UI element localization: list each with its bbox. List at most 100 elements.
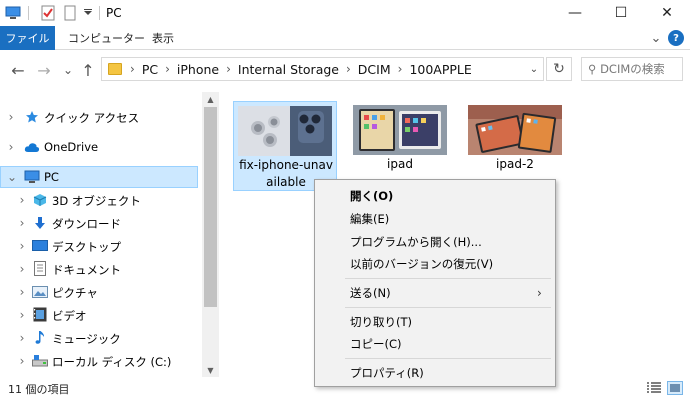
- sidebar-item-local-disk[interactable]: › ローカル ディスク (C:): [0, 350, 200, 372]
- menu-item-restore-previous-versions[interactable]: 以前のバージョンの復元(V): [315, 253, 555, 275]
- desktop-icon: [32, 238, 48, 254]
- sidebar-item-label: ドキュメント: [52, 263, 121, 277]
- breadcrumb-iphone[interactable]: iPhone: [177, 62, 219, 77]
- sidebar-item-desktop[interactable]: › デスクトップ: [0, 235, 200, 257]
- menu-item-cut[interactable]: 切り取り(T): [315, 311, 555, 333]
- sidebar-item-label: ビデオ: [52, 309, 87, 323]
- menu-item-edit[interactable]: 編集(E): [315, 208, 555, 230]
- sidebar-item-label: ミュージック: [52, 332, 121, 346]
- chevron-right-icon[interactable]: ›: [16, 354, 28, 368]
- window-title: PC: [106, 6, 122, 20]
- sidebar-item-documents[interactable]: › ドキュメント: [0, 258, 200, 280]
- up-button[interactable]: ↑: [78, 60, 98, 80]
- sidebar-item-label: 3D オブジェクト: [52, 194, 141, 208]
- back-button[interactable]: ←: [8, 60, 28, 80]
- navigation-scrollbar[interactable]: ▲ ▼: [202, 92, 219, 377]
- menu-item-send-to[interactable]: 送る(N) ›: [315, 282, 555, 304]
- ribbon-collapse-icon[interactable]: ⌄: [648, 30, 664, 46]
- scroll-down-icon[interactable]: ▼: [202, 363, 219, 377]
- sidebar-item-3d-objects[interactable]: › 3D オブジェクト: [0, 189, 200, 211]
- computer-icon[interactable]: [4, 4, 22, 22]
- new-folder-icon[interactable]: [61, 4, 79, 22]
- file-thumbnail: [238, 106, 332, 156]
- chevron-down-icon[interactable]: ⌄: [6, 170, 18, 184]
- file-name: ipad-2: [496, 157, 534, 171]
- breadcrumb-dcim[interactable]: DCIM: [358, 62, 391, 77]
- sidebar-item-onedrive[interactable]: › OneDrive: [0, 136, 200, 158]
- menu-item-open[interactable]: 開く(O): [315, 185, 555, 207]
- chevron-right-icon[interactable]: ›: [5, 140, 17, 154]
- sidebar-item-label: ローカル ディスク (C:): [52, 355, 172, 369]
- breadcrumb-pc[interactable]: PC: [142, 62, 158, 77]
- details-view-icon[interactable]: [646, 381, 662, 395]
- menu-item-properties[interactable]: プロパティ(R): [315, 362, 555, 384]
- navigation-pane: › クイック アクセス › OneDrive ⌄ PC › 3D オブジェクト …: [0, 92, 202, 377]
- menu-item-copy[interactable]: コピー(C): [315, 333, 555, 355]
- sidebar-item-pc[interactable]: ⌄ PC: [0, 166, 198, 188]
- breadcrumb-separator[interactable]: ›: [226, 62, 231, 76]
- chevron-right-icon[interactable]: ›: [16, 331, 28, 345]
- breadcrumb-100apple[interactable]: 100APPLE: [409, 62, 471, 77]
- cube-icon: [32, 192, 48, 208]
- scroll-up-icon[interactable]: ▲: [202, 92, 219, 106]
- video-icon: [32, 306, 48, 322]
- sidebar-item-label: ピクチャ: [52, 286, 98, 300]
- chevron-right-icon[interactable]: ›: [16, 216, 28, 230]
- breadcrumb-separator[interactable]: ›: [165, 62, 170, 76]
- sidebar-item-quick-access[interactable]: › クイック アクセス: [0, 106, 200, 128]
- address-bar[interactable]: › PC › iPhone › Internal Storage › DCIM …: [101, 57, 544, 81]
- chevron-right-icon: ›: [537, 286, 542, 300]
- breadcrumb-separator[interactable]: ›: [398, 62, 403, 76]
- sidebar-item-label: OneDrive: [44, 140, 99, 154]
- breadcrumb-internal-storage[interactable]: Internal Storage: [238, 62, 339, 77]
- help-icon[interactable]: ?: [668, 30, 684, 46]
- chevron-right-icon[interactable]: ›: [16, 285, 28, 299]
- file-item-ipad-2[interactable]: ipad-2: [463, 101, 567, 189]
- tab-file[interactable]: ファイル: [0, 26, 55, 50]
- sidebar-item-label: ダウンロード: [52, 217, 121, 231]
- sidebar-item-videos[interactable]: › ビデオ: [0, 304, 200, 326]
- file-name: fix-iphone-unav: [239, 158, 333, 172]
- quick-access-dropdown-icon[interactable]: [83, 4, 93, 22]
- sidebar-item-pictures[interactable]: › ピクチャ: [0, 281, 200, 303]
- file-thumbnail: [468, 105, 562, 155]
- title-separator: [99, 6, 100, 20]
- chevron-right-icon[interactable]: ›: [16, 239, 28, 253]
- tab-computer[interactable]: コンピューター: [68, 26, 145, 50]
- context-menu: 開く(O) 編集(E) プログラムから開く(H)... 以前のバージョンの復元(…: [314, 179, 556, 387]
- file-item-fix-iphone-unavailable[interactable]: fix-iphone-unav ailable: [233, 101, 337, 191]
- menu-item-open-with[interactable]: プログラムから開く(H)...: [315, 231, 555, 253]
- tab-view[interactable]: 表示: [152, 26, 174, 50]
- breadcrumb-separator[interactable]: ›: [130, 62, 135, 76]
- scrollbar-thumb[interactable]: [204, 107, 217, 307]
- file-item-ipad[interactable]: ipad: [348, 101, 452, 189]
- sidebar-item-music[interactable]: › ミュージック: [0, 327, 200, 349]
- document-icon: [32, 260, 48, 276]
- drive-icon: [32, 353, 48, 369]
- sidebar-item-downloads[interactable]: › ダウンロード: [0, 212, 200, 234]
- folder-icon: [108, 63, 122, 75]
- chevron-right-icon[interactable]: ›: [16, 193, 28, 207]
- maximize-button[interactable]: ☐: [598, 0, 644, 26]
- picture-icon: [32, 284, 48, 300]
- refresh-button[interactable]: ↻: [546, 57, 572, 81]
- minimize-button[interactable]: —: [552, 0, 598, 26]
- close-button[interactable]: ✕: [644, 0, 690, 26]
- breadcrumb-separator[interactable]: ›: [346, 62, 351, 76]
- chevron-right-icon[interactable]: ›: [16, 308, 28, 322]
- chevron-right-icon[interactable]: ›: [16, 262, 28, 276]
- forward-button[interactable]: →: [34, 60, 54, 80]
- properties-icon[interactable]: [39, 4, 57, 22]
- menu-item-label: 送る(N): [350, 286, 391, 300]
- recent-locations-button[interactable]: ⌄: [58, 60, 78, 80]
- menu-separator: [345, 307, 551, 308]
- title-bar: PC — ☐ ✕: [0, 0, 690, 26]
- chevron-right-icon[interactable]: ›: [5, 110, 17, 124]
- address-dropdown-icon[interactable]: ⌄: [524, 58, 544, 80]
- ribbon: ファイル コンピューター 表示 ⌄ ?: [0, 26, 690, 50]
- quick-access-separator: [28, 6, 29, 20]
- large-icons-view-icon[interactable]: [667, 381, 683, 395]
- pc-icon: [24, 169, 40, 185]
- sidebar-item-label: PC: [44, 170, 59, 184]
- search-input[interactable]: ⚲ DCIMの検索: [581, 57, 683, 81]
